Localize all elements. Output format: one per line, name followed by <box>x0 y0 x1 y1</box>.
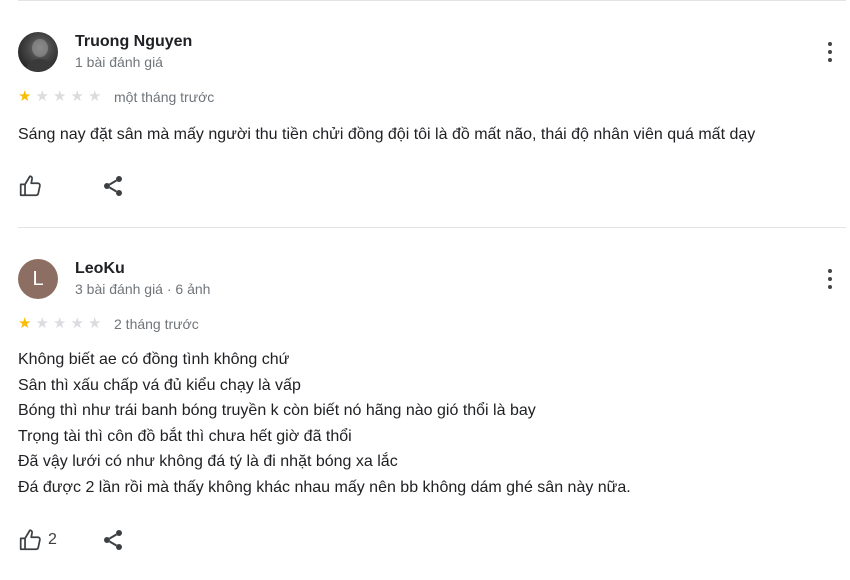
review-text-line: Trọng tài thì côn đồ bắt thì chưa hết gi… <box>18 427 352 445</box>
like-button[interactable] <box>18 527 44 553</box>
more-options-button[interactable] <box>818 267 842 291</box>
thumb-up-icon <box>19 529 41 551</box>
reviewer-name[interactable]: LeoKu <box>75 260 125 278</box>
review-text-line: Sân thì xấu chấp vá đủ kiểu chạy là vấp <box>18 376 301 394</box>
review-text-line: Đã vậy lưới có như không đá tý là đi nhặ… <box>18 453 398 471</box>
share-icon <box>104 530 122 550</box>
star-empty-icon: ★ <box>88 315 102 332</box>
review-text-line: Không biết ae có đồng tình không chứ <box>18 351 290 368</box>
star-empty-icon: ★ <box>70 315 84 332</box>
like-count: 2 <box>48 531 57 548</box>
avatar[interactable]: L <box>18 259 58 299</box>
review-text: Không biết ae có đồng tình không chứ Sân… <box>18 347 631 501</box>
more-vert-icon <box>828 269 832 273</box>
star-empty-icon: ★ <box>53 315 67 332</box>
review-date: 2 tháng trước <box>114 316 199 332</box>
avatar-letter: L <box>32 267 44 290</box>
reviewer-meta[interactable]: 3 bài đánh giá · 6 ảnh <box>75 281 210 297</box>
star-filled-icon: ★ <box>18 315 32 332</box>
star-empty-icon: ★ <box>35 315 49 332</box>
star-rating: ★ ★ ★ ★ ★ <box>18 316 106 331</box>
review-text-line: Bóng thì như trái banh bóng truyền k còn… <box>18 402 536 420</box>
share-button[interactable] <box>101 528 125 552</box>
review-card: L LeoKu 3 bài đánh giá · 6 ảnh ★ ★ ★ ★ ★ 2 t… <box>0 0 850 580</box>
review-text-line: Đá được 2 lần rồi mà thấy không khác nha… <box>18 478 631 496</box>
